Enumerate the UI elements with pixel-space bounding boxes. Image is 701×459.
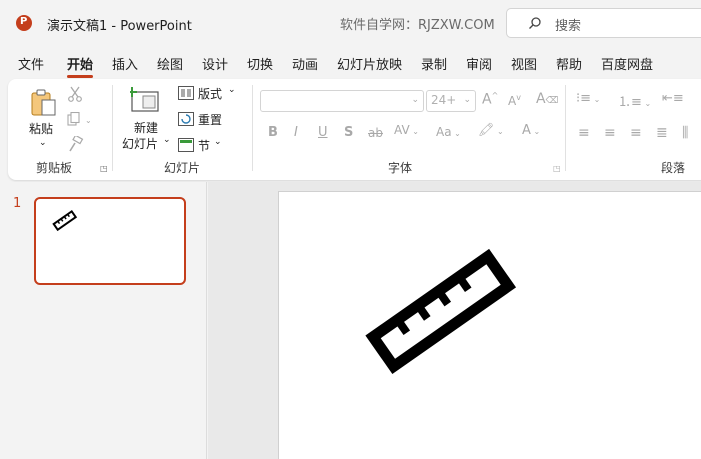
- character-spacing-icon[interactable]: AV ⌄: [394, 123, 419, 137]
- change-case-icon[interactable]: Aa ⌄: [436, 125, 461, 139]
- tab-help[interactable]: 帮助: [556, 54, 582, 73]
- tab-slideshow[interactable]: 幻灯片放映: [337, 54, 402, 73]
- clear-formatting-icon[interactable]: A⌫: [536, 91, 558, 107]
- tab-review[interactable]: 审阅: [466, 54, 492, 73]
- tab-animations[interactable]: 动画: [292, 54, 318, 73]
- layout-chevron-icon: ⌄: [228, 85, 236, 95]
- title-bar: 演示文稿1 - PowerPoint 软件自学网：RJZXW.COM 搜索: [0, 0, 701, 46]
- group-separator: [112, 85, 113, 171]
- font-size-chevron-icon: ⌄: [463, 95, 471, 105]
- justify-icon[interactable]: ≣: [656, 125, 668, 141]
- decrease-font-size-icon[interactable]: Av: [508, 93, 521, 108]
- layout-button[interactable]: 版式 ⌄: [178, 84, 240, 104]
- tab-design[interactable]: 设计: [202, 54, 228, 73]
- cut-icon[interactable]: [68, 86, 82, 102]
- search-placeholder: 搜索: [555, 19, 582, 34]
- reset-icon: [178, 112, 194, 126]
- tab-view[interactable]: 视图: [511, 54, 537, 73]
- strikethrough-icon[interactable]: ab: [368, 126, 383, 140]
- increase-font-size-icon[interactable]: A^: [482, 91, 498, 108]
- align-right-icon[interactable]: ≡: [630, 125, 642, 141]
- clipboard-dialog-launcher-icon[interactable]: ◳: [100, 164, 108, 173]
- slides-group-label: 幻灯片: [164, 161, 201, 175]
- slide-canvas[interactable]: [278, 191, 701, 459]
- svg-text:⌄: ⌄: [85, 116, 92, 125]
- ribbon: 粘贴 ⌄ ⌄ 剪贴板 ◳ 新建 幻灯片 ⌄ 版式 ⌄ 重置 节 ⌄ 幻灯片 ⌄ …: [8, 79, 701, 180]
- section-label: 节: [198, 139, 211, 153]
- powerpoint-logo-icon: [16, 15, 32, 31]
- clipboard-group-label: 剪贴板: [36, 161, 73, 175]
- bullets-icon[interactable]: ⁝≡ ⌄: [576, 91, 600, 106]
- section-icon: [178, 138, 194, 152]
- font-size-select[interactable]: 24+ ⌄: [426, 90, 476, 112]
- section-chevron-icon: ⌄: [214, 137, 222, 147]
- group-separator: [252, 85, 253, 171]
- highlight-color-icon[interactable]: 🖍 ⌄: [478, 123, 504, 138]
- font-family-chevron-icon: ⌄: [411, 95, 419, 105]
- document-title: 演示文稿1 - PowerPoint: [47, 19, 192, 34]
- layout-icon: [178, 86, 194, 100]
- font-dialog-launcher-icon[interactable]: ◳: [553, 164, 561, 173]
- font-color-icon[interactable]: A ⌄: [522, 123, 540, 138]
- section-button[interactable]: 节 ⌄: [178, 136, 240, 156]
- new-slide-label: 新建: [134, 121, 159, 135]
- slide-number: 1: [13, 196, 22, 211]
- format-painter-icon[interactable]: [68, 136, 84, 152]
- tab-insert[interactable]: 插入: [112, 54, 138, 73]
- reset-label: 重置: [198, 113, 223, 127]
- slide-editor-area: [208, 182, 701, 459]
- slide-thumbnail[interactable]: [34, 197, 186, 285]
- align-left-icon[interactable]: ≡: [578, 125, 590, 141]
- decrease-indent-icon[interactable]: ⇤≡: [662, 91, 684, 106]
- align-center-icon[interactable]: ≡: [604, 125, 616, 141]
- new-slide-label-2: 幻灯片: [122, 137, 159, 151]
- paste-dropdown-chevron-icon: ⌄: [39, 138, 47, 148]
- tab-transitions[interactable]: 切换: [247, 54, 273, 73]
- slides-pane: 1: [0, 182, 207, 459]
- reset-button[interactable]: 重置: [178, 110, 240, 130]
- paste-label: 粘贴: [29, 122, 54, 136]
- group-separator: [565, 85, 566, 171]
- bold-icon[interactable]: B: [268, 125, 278, 140]
- paste-button[interactable]: 粘贴 ⌄: [26, 85, 62, 157]
- new-slide-icon: [130, 87, 159, 112]
- search-box[interactable]: 搜索: [506, 8, 701, 38]
- font-group-label: 字体: [388, 161, 413, 175]
- italic-icon[interactable]: I: [294, 125, 298, 140]
- search-icon: [529, 17, 541, 29]
- numbering-icon[interactable]: ⒈≡ ⌄: [618, 91, 651, 110]
- text-shadow-icon[interactable]: S: [344, 125, 353, 140]
- tab-file[interactable]: 文件: [18, 54, 44, 73]
- font-family-select[interactable]: ⌄: [260, 90, 424, 112]
- clipboard-icon: [31, 89, 56, 116]
- paragraph-group-label: 段落: [661, 161, 686, 175]
- copy-icon[interactable]: ⌄: [67, 112, 93, 126]
- tab-record[interactable]: 录制: [421, 54, 447, 73]
- columns-icon[interactable]: ⫼: [682, 125, 688, 141]
- tab-home[interactable]: 开始: [67, 54, 94, 78]
- tab-draw[interactable]: 绘图: [157, 54, 183, 73]
- ruler-icon[interactable]: [359, 234, 519, 384]
- layout-label: 版式: [198, 87, 223, 101]
- font-size-value: 24+: [431, 93, 457, 107]
- new-slide-chevron-icon: ⌄: [163, 135, 171, 145]
- ruler-icon: [52, 210, 78, 232]
- site-watermark-label: 软件自学网：RJZXW.COM: [340, 18, 495, 33]
- new-slide-button[interactable]: 新建 幻灯片 ⌄: [120, 85, 172, 157]
- underline-icon[interactable]: U: [318, 125, 328, 140]
- tab-baidu-netdisk[interactable]: 百度网盘: [601, 54, 653, 73]
- ribbon-tabs: 文件 开始 插入 绘图 设计 切换 动画 幻灯片放映 录制 审阅 视图 帮助 百…: [0, 50, 701, 78]
